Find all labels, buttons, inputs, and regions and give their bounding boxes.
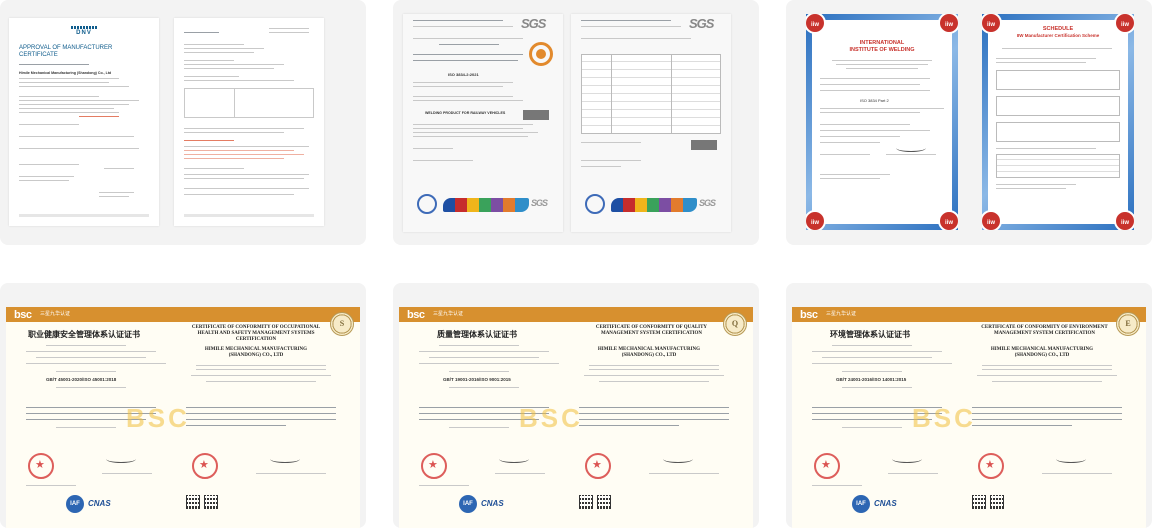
ems-holder-en: HIMILE MECHANICAL MANUFACTURING (SHANDON… [990,347,1094,358]
red-stamp-icon [585,453,611,479]
emblem-s-icon: S [330,312,354,336]
sgs-watermark-logo: SGS [531,198,548,208]
iaf-logo-icon: IAF [66,495,84,513]
iiw-schedule-title: SCHEDULE [1042,26,1074,32]
qms-holder-en: HIMILE MECHANICAL MANUFACTURING (SHANDON… [597,347,701,358]
emblem-e-icon: E [1116,312,1140,336]
iiw-corner-logo-icon: iiw [938,210,958,230]
dnv-title-line1: APPROVAL OF MANUFACTURER [19,45,113,51]
iiw-corner-logo-icon: iiw [806,210,826,230]
sgs-certificate-page-2: SGS SGS [571,14,731,232]
bsc-logo: bsc [800,309,818,321]
ems-standard: GB/T 24001-2016/ISO 14001:2015 [836,377,907,382]
dnv-certificate-page-1: DNV APPROVAL OF MANUFACTURER CERTIFICATE… [9,18,159,226]
sgs-certificate-page-1: SGS ISO 3834-2:2021 WELDING PRODUCT FOR … [403,14,563,232]
iaf-logo-icon: IAF [852,495,870,513]
dnv-title: APPROVAL OF MANUFACTURER CERTIFICATE [19,45,112,59]
certificate-card-iiw[interactable]: iiw iiw iiw iiw INTERNATIONAL INSTITUTE … [786,0,1152,245]
certification-badge-icon [529,42,553,66]
qr-code-icon [204,495,218,509]
seal-icon-2 [585,194,605,214]
certificate-card-ems[interactable]: bsc 三星九华认证 E 环境管理体系认证证书 CERTIFICATE OF C… [786,283,1152,528]
qr-code-icon [990,495,1004,509]
red-stamp-icon [814,453,840,479]
ems-title-en: CERTIFICATE OF CONFORMITY OF ENVIRONMENT… [981,325,1108,336]
qms-certificate: bsc 三星九华认证 Q 质量管理体系认证证书 CERTIFICATE OF C… [399,307,753,528]
dnv-title-line2: CERTIFICATE [19,52,58,58]
ohsms-holder-en: HIMILE MECHANICAL MANUFACTURING (SHANDON… [204,347,308,358]
bsc-header-sub: 三星九华认证 [433,311,464,317]
ohsms-certificate: bsc 三星九华认证 S 职业健康安全管理体系认证证书 CERTIFICATE … [6,307,360,528]
iiw-corner-logo-icon: iiw [938,14,958,34]
qr-code-icon [597,495,611,509]
iaf-logo-icon: IAF [459,495,477,513]
red-stamp-icon [192,453,218,479]
bsc-header-sub: 三星九华认证 [826,311,857,317]
qr-code-icon [186,495,200,509]
ribbon-graphic-2 [611,198,697,212]
certificate-card-ohsms[interactable]: bsc 三星九华认证 S 职业健康安全管理体系认证证书 CERTIFICATE … [0,283,366,528]
bsc-watermark: BSC [912,403,976,433]
bsc-logo: bsc [407,309,425,321]
ems-title-cn: 环境管理体系认证证书 [830,330,910,339]
seal-icon [417,194,437,214]
cnas-logo: CNAS [481,499,504,508]
ems-certificate: bsc 三星九华认证 E 环境管理体系认证证书 CERTIFICATE OF C… [792,307,1146,528]
qms-title-cn: 质量管理体系认证证书 [437,330,517,339]
red-stamp-icon [978,453,1004,479]
iiw-corner-logo-icon: iiw [1114,210,1134,230]
ohsms-standard: GB/T 45001-2020/ISO 45001:2018 [46,377,117,382]
iiw-schedule-subtitle: IIW Manufacturer Certification Scheme [1016,33,1100,38]
iiw-schedule: iiw iiw iiw iiw SCHEDULE IIW Manufacture… [982,14,1134,230]
emblem-q-icon: Q [723,312,747,336]
dnv-holder: Himile Mechanical Manufacturing (Shandon… [19,71,112,75]
red-stamp-icon [28,453,54,479]
iiw-corner-logo-icon: iiw [982,210,1002,230]
sgs-standard: ISO 3834-2:2021 [448,72,479,77]
sgs-scope: WELDING PRODUCT FOR RAILWAY VEHICLES [425,111,506,115]
certificate-card-dnv[interactable]: DNV APPROVAL OF MANUFACTURER CERTIFICATE… [0,0,366,245]
red-stamp-icon [421,453,447,479]
sgs-logo-2: SGS [689,16,714,31]
bsc-watermark: BSC [519,403,583,433]
dnv-logo: DNV [9,26,159,36]
qms-standard: GB/T 19001-2016/ISO 9001:2015 [443,377,511,382]
bsc-watermark: BSC [126,403,190,433]
sgs-watermark-logo-2: SGS [699,198,716,208]
cnas-logo: CNAS [88,499,111,508]
dnv-certificate-page-2 [174,18,324,226]
qms-title-en: CERTIFICATE OF CONFORMITY OF QUALITY MAN… [595,325,708,336]
iiw-title: INTERNATIONAL INSTITUTE OF WELDING [806,40,958,53]
qr-code-icon [972,495,986,509]
iiw-title-line2: INSTITUTE OF WELDING [849,46,915,53]
ribbon-graphic [443,198,529,212]
ohsms-title-cn: 职业健康安全管理体系认证证书 [28,330,140,339]
bsc-logo: bsc [14,309,32,321]
qr-code-icon [579,495,593,509]
iiw-certificate: iiw iiw iiw iiw INTERNATIONAL INSTITUTE … [806,14,958,230]
ohsms-title-en: CERTIFICATE OF CONFORMITY OF OCCUPATIONA… [191,325,321,342]
cnas-logo: CNAS [874,499,897,508]
certificate-card-sgs[interactable]: SGS ISO 3834-2:2021 WELDING PRODUCT FOR … [393,0,759,245]
bsc-header-sub: 三星九华认证 [40,311,71,317]
certificate-card-qms[interactable]: bsc 三星九华认证 Q 质量管理体系认证证书 CERTIFICATE OF C… [393,283,759,528]
iiw-standard: ISO 3834 Part 2 [860,98,889,103]
sgs-logo: SGS [521,16,546,31]
